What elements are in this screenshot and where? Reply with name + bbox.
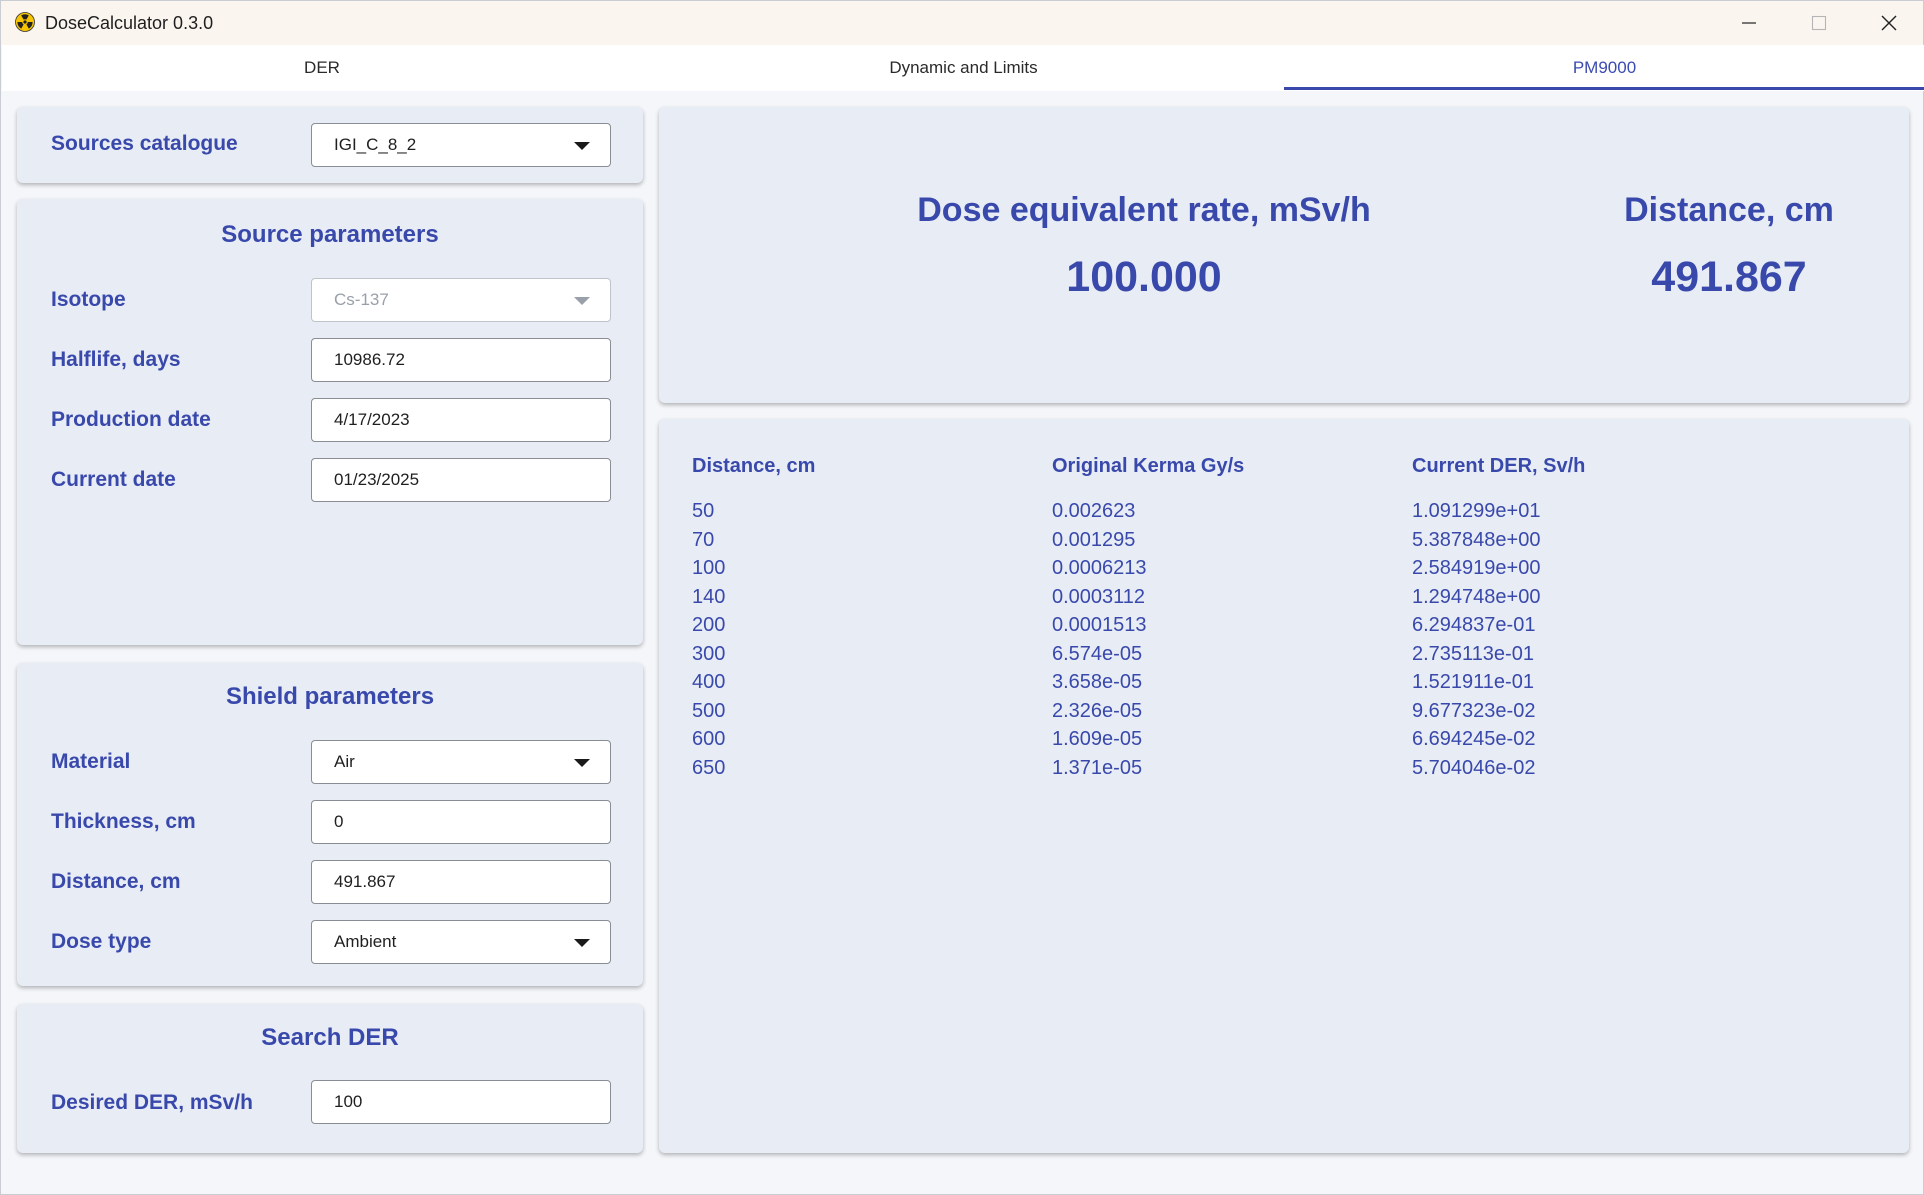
table-cell: 3.658e-05 (1052, 671, 1143, 693)
chevron-down-icon (574, 297, 590, 305)
dose-type-select[interactable]: Ambient (311, 920, 611, 964)
table-cell: 100 (692, 557, 726, 579)
title-bar: DoseCalculator 0.3.0 (1, 1, 1923, 45)
tab-pm9000[interactable]: PM9000 (1285, 45, 1924, 91)
halflife-value: 10986.72 (334, 350, 405, 369)
der-result-value: 100.000 (1066, 253, 1222, 301)
table-cell: 0.002623 (1052, 500, 1136, 522)
source-parameters-panel: Source parameters Isotope Cs-137 Halflif… (17, 199, 643, 645)
table-cell: 140 (692, 585, 726, 608)
search-der-panel: Search DER Desired DER, mSv/h 100 (17, 1004, 643, 1153)
table-cell: 6.294837e-01 (1412, 614, 1536, 636)
table-cell: 500 (692, 699, 726, 722)
shield-parameters-panel: Shield parameters Material Air Thickness… (17, 663, 643, 986)
table-cell: 600 (692, 728, 726, 750)
table-cell: 1.521911e-01 (1412, 671, 1534, 693)
dose-type-label: Dose type (51, 930, 152, 953)
chevron-down-icon (574, 939, 590, 947)
minimize-button[interactable] (1714, 1, 1784, 45)
search-der-title: Search DER (261, 1024, 399, 1051)
der-result-label: Dose equivalent rate, mSv/h (917, 191, 1371, 229)
minimize-icon (1742, 22, 1756, 24)
maximize-icon (1811, 15, 1827, 31)
halflife-label: Halflife, days (51, 348, 181, 371)
isotope-value: Cs-137 (334, 290, 389, 309)
shield-parameters-title: Shield parameters (225, 683, 435, 710)
distance-label: Distance, cm (51, 870, 181, 893)
table-cell: 50 (692, 500, 715, 522)
table-header: Distance, cm (692, 455, 816, 477)
current-date-field[interactable]: 01/23/2025 (311, 458, 611, 502)
table-cell: 650 (692, 756, 726, 779)
halflife-field[interactable]: 10986.72 (311, 338, 611, 382)
tab-der[interactable]: DER (2, 45, 642, 91)
table-cell: 6.574e-05 (1052, 642, 1143, 665)
isotope-label: Isotope (51, 288, 126, 311)
table-header: Current DER, Sv/h (1412, 455, 1586, 477)
distance-value: 491.867 (334, 872, 396, 891)
table-cell: 400 (692, 671, 726, 693)
maximize-button[interactable] (1784, 1, 1854, 45)
table-cell: 1.294748e+00 (1412, 585, 1541, 608)
table-cell: 6.694245e-02 (1412, 728, 1536, 750)
isotope-select: Cs-137 (311, 278, 611, 322)
active-tab-indicator (1284, 87, 1924, 90)
source-parameters-title: Source parameters (221, 221, 439, 248)
material-value: Air (334, 752, 355, 771)
current-date-label: Current date (51, 468, 176, 491)
current-date-value: 01/23/2025 (334, 470, 420, 489)
table-cell: 2.584919e+00 (1412, 557, 1541, 579)
close-button[interactable] (1854, 1, 1924, 45)
table-cell: 5.387848e+00 (1412, 528, 1541, 551)
desired-der-label: Desired DER, mSv/h (51, 1091, 253, 1114)
desired-der-value: 100 (334, 1092, 363, 1111)
table-cell: 5.704046e-02 (1412, 756, 1536, 779)
table-cell: 70 (692, 528, 715, 551)
desired-der-field[interactable]: 100 (311, 1080, 611, 1124)
table-cell: 2.326e-05 (1052, 699, 1143, 722)
catalogue-select[interactable]: IGI_C_8_2 (311, 123, 611, 167)
table-cell: 1.091299e+01 (1412, 500, 1541, 522)
dose-type-value: Ambient (334, 932, 397, 951)
table-cell: 0.0001513 (1052, 614, 1147, 636)
table-cell: 1.371e-05 (1052, 756, 1143, 779)
tab-dynamic-and-limits[interactable]: Dynamic and Limits (642, 45, 1285, 91)
thickness-value: 0 (334, 812, 344, 831)
table-cell: 1.609e-05 (1052, 728, 1143, 750)
result-panel: Dose equivalent rate, mSv/h 100.000 Dist… (659, 107, 1909, 403)
pm9000-table-panel: Distance, cm Original Kerma Gy/s Current D… (659, 419, 1909, 1153)
production-date-value: 4/17/2023 (334, 410, 410, 429)
production-date-field[interactable]: 4/17/2023 (311, 398, 611, 442)
app-window: DoseCalculator 0.3.0 DER Dynamic and Lim… (0, 0, 1924, 1195)
table-cell: 2.735113e-01 (1412, 642, 1534, 665)
distance-field[interactable]: 491.867 (311, 860, 611, 904)
radiation-icon (15, 12, 35, 32)
catalogue-label: Sources catalogue (51, 132, 238, 155)
tab-bar: DER Dynamic and Limits PM9000 (2, 45, 1924, 91)
material-label: Material (51, 750, 131, 773)
distance-result-label: Distance, cm (1624, 191, 1834, 229)
material-select[interactable]: Air (311, 740, 611, 784)
table-cell: 9.677323e-02 (1412, 699, 1536, 722)
table-cell: 0.0006213 (1052, 557, 1147, 579)
distance-result-value: 491.867 (1651, 253, 1807, 301)
table-header: Original Kerma Gy/s (1052, 455, 1245, 477)
chevron-down-icon (574, 142, 590, 150)
table-cell: 300 (692, 642, 726, 665)
production-date-label: Production date (51, 408, 211, 431)
thickness-label: Thickness, cm (51, 810, 196, 833)
close-icon (1881, 15, 1897, 31)
chevron-down-icon (574, 759, 590, 767)
catalogue-panel: Sources catalogue IGI_C_8_2 (17, 107, 643, 183)
thickness-field[interactable]: 0 (311, 800, 611, 844)
window-title: DoseCalculator 0.3.0 (45, 13, 214, 33)
table-cell: 0.001295 (1052, 528, 1136, 551)
catalogue-value: IGI_C_8_2 (334, 135, 417, 154)
table-cell: 200 (692, 614, 726, 636)
table-cell: 0.0003112 (1052, 585, 1146, 608)
